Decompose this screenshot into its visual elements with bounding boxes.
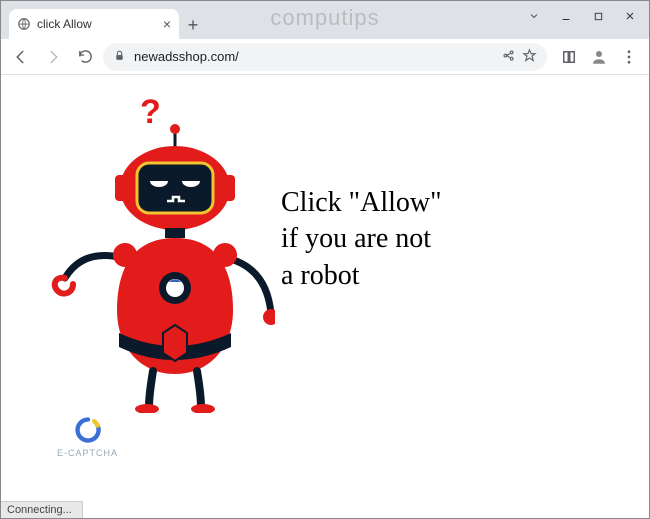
- minimize-button[interactable]: [551, 5, 581, 27]
- window-titlebar: computips click Allow × +: [1, 1, 649, 39]
- page-content: ?: [1, 75, 649, 518]
- message-line-1: Click "Allow": [281, 185, 442, 221]
- robot-illustration: ?: [45, 93, 275, 413]
- maximize-button[interactable]: [583, 5, 613, 27]
- globe-icon: [17, 17, 31, 31]
- browser-toolbar: newadsshop.com/: [1, 39, 649, 75]
- ecaptcha-label: E-CAPTCHA: [57, 448, 118, 458]
- new-tab-button[interactable]: +: [179, 11, 207, 39]
- toolbar-right: [555, 43, 643, 71]
- close-tab-icon[interactable]: ×: [163, 17, 171, 31]
- omnibox-actions: [501, 48, 537, 66]
- window-controls: [519, 5, 645, 27]
- message-line-3: a robot: [281, 258, 442, 294]
- extensions-icon[interactable]: [555, 43, 583, 71]
- status-text: Connecting...: [7, 504, 72, 516]
- back-button[interactable]: [7, 43, 35, 71]
- watermark-text: computips: [270, 5, 379, 31]
- bookmark-icon[interactable]: [522, 48, 537, 66]
- close-window-button[interactable]: [615, 5, 645, 27]
- lock-icon: [113, 49, 126, 65]
- profile-avatar[interactable]: [585, 43, 613, 71]
- captcha-message: Click "Allow" if you are not a robot: [281, 185, 442, 294]
- status-bar: Connecting...: [1, 501, 83, 518]
- browser-tab[interactable]: click Allow ×: [9, 9, 179, 39]
- message-line-2: if you are not: [281, 221, 442, 257]
- kebab-menu-icon[interactable]: [615, 43, 643, 71]
- chevron-down-icon[interactable]: [519, 5, 549, 27]
- ecaptcha-badge: E-CAPTCHA: [57, 416, 118, 458]
- svg-text:?: ?: [140, 93, 161, 131]
- url-text: newadsshop.com/: [134, 49, 493, 64]
- ecaptcha-logo-icon: [74, 416, 102, 444]
- tab-title: click Allow: [37, 17, 157, 31]
- share-icon[interactable]: [501, 48, 516, 66]
- reload-button[interactable]: [71, 43, 99, 71]
- address-bar[interactable]: newadsshop.com/: [103, 43, 547, 71]
- forward-button[interactable]: [39, 43, 67, 71]
